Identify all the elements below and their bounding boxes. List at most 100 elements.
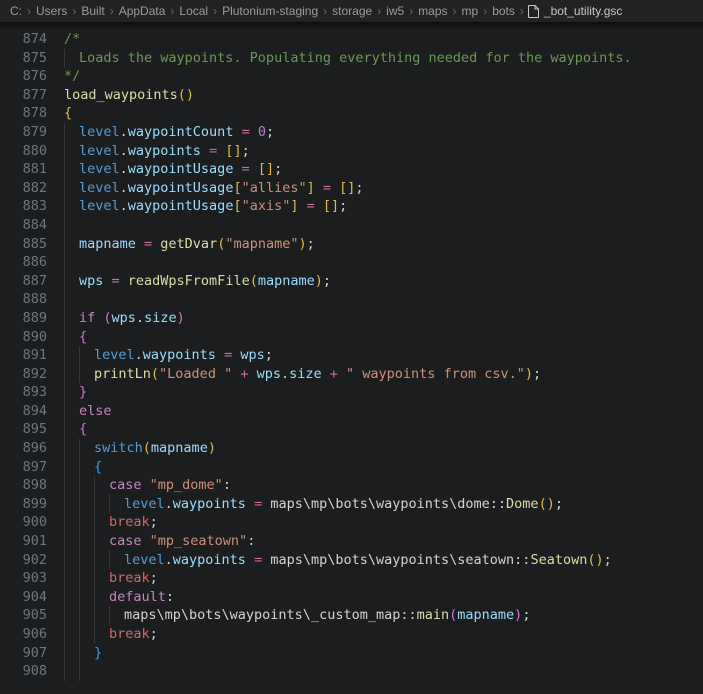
- code-token: =: [103, 273, 127, 289]
- code-line[interactable]: 887wps = readWpsFromFile(mapname);: [0, 272, 703, 291]
- code-token: (: [250, 273, 258, 289]
- indent-guide: [79, 625, 94, 644]
- code-token: ): [299, 236, 307, 252]
- line-number: 901: [0, 532, 47, 551]
- code-token: case: [109, 477, 142, 493]
- code-line[interactable]: 897{: [0, 458, 703, 477]
- indent-guide: [94, 495, 109, 514]
- code-token: :: [166, 589, 174, 605]
- code-line[interactable]: 900break;: [0, 513, 703, 532]
- code-area[interactable]: 874/*875Loads the waypoints. Populating …: [0, 30, 703, 681]
- code-line[interactable]: 875Loads the waypoints. Populating every…: [0, 49, 703, 68]
- code-line[interactable]: 896switch(mapname): [0, 439, 703, 458]
- code-line[interactable]: 895{: [0, 420, 703, 439]
- code-editor[interactable]: 874/*875Loads the waypoints. Populating …: [0, 22, 703, 681]
- breadcrumb-item[interactable]: Built: [80, 4, 105, 18]
- code-token: "mp_seatown": [150, 533, 248, 549]
- breadcrumb-item[interactable]: Local: [178, 4, 209, 18]
- code-line[interactable]: 904default:: [0, 588, 703, 607]
- code-line[interactable]: 905maps\mp\bots\waypoints\_custom_map::m…: [0, 606, 703, 625]
- code-token: }: [94, 645, 102, 661]
- code-token: =: [315, 180, 339, 196]
- indent-guide: [64, 160, 79, 179]
- code-line[interactable]: 884: [0, 216, 703, 235]
- code-line[interactable]: 879level.waypointCount = 0;: [0, 123, 703, 142]
- indent-guide: [64, 625, 79, 644]
- code-token: :: [223, 477, 231, 493]
- breadcrumb-item[interactable]: bots: [491, 4, 516, 18]
- code-token: ;: [323, 273, 331, 289]
- code-token: level: [79, 161, 120, 177]
- breadcrumb-item[interactable]: storage: [331, 4, 373, 18]
- breadcrumb-item[interactable]: Plutonium-staging: [221, 4, 319, 18]
- chevron-right-icon: ›: [23, 4, 35, 18]
- code-token: (: [103, 310, 111, 326]
- indent-guide: [64, 569, 79, 588]
- code-token: main: [417, 607, 450, 623]
- code-line[interactable]: 903break;: [0, 569, 703, 588]
- code-token: =: [136, 236, 160, 252]
- chevron-right-icon: ›: [106, 4, 118, 18]
- code-line[interactable]: 882level.waypointUsage["allies"] = [];: [0, 179, 703, 198]
- code-line[interactable]: 877load_waypoints(): [0, 86, 703, 105]
- breadcrumb-item[interactable]: AppData: [118, 4, 167, 18]
- breadcrumb-file[interactable]: _bot_utility.gsc: [528, 4, 623, 18]
- code-token: []: [258, 161, 274, 177]
- code-line[interactable]: 907}: [0, 644, 703, 663]
- code-token: wps: [112, 310, 136, 326]
- line-number: 891: [0, 346, 47, 365]
- code-token: ): [177, 310, 185, 326]
- code-token: 0: [258, 124, 266, 140]
- code-line[interactable]: 888: [0, 290, 703, 309]
- code-line[interactable]: 892printLn("Loaded " + wps.size + " wayp…: [0, 365, 703, 384]
- indent-guide: [79, 458, 94, 477]
- indent-guide: [64, 253, 79, 272]
- code-line[interactable]: 878{: [0, 104, 703, 123]
- code-line[interactable]: 885mapname = getDvar("mapname");: [0, 235, 703, 254]
- indent-guide: [64, 495, 79, 514]
- code-line[interactable]: 906break;: [0, 625, 703, 644]
- line-number: 881: [0, 160, 47, 179]
- chevron-right-icon: ›: [209, 4, 221, 18]
- line-number: 883: [0, 197, 47, 216]
- code-line[interactable]: 893}: [0, 383, 703, 402]
- code-token: waypoints: [173, 496, 246, 512]
- code-line[interactable]: 876*/: [0, 67, 703, 86]
- breadcrumb-item[interactable]: C:: [9, 4, 23, 18]
- line-number: 895: [0, 420, 47, 439]
- code-line[interactable]: 881level.waypointUsage = [];: [0, 160, 703, 179]
- line-number: 884: [0, 216, 47, 235]
- code-line[interactable]: 891level.waypoints = wps;: [0, 346, 703, 365]
- breadcrumb-item[interactable]: mp: [461, 4, 480, 18]
- code-line[interactable]: 874/*: [0, 30, 703, 49]
- breadcrumb-item[interactable]: iw5: [385, 4, 405, 18]
- indent-guide: [109, 606, 124, 625]
- breadcrumb-item[interactable]: maps: [417, 4, 448, 18]
- breadcrumb-item[interactable]: Users: [35, 4, 68, 18]
- code-line[interactable]: 902level.waypoints = maps\mp\bots\waypoi…: [0, 551, 703, 570]
- code-line[interactable]: 901case "mp_seatown":: [0, 532, 703, 551]
- code-token: mapname: [79, 236, 136, 252]
- code-line[interactable]: 894else: [0, 402, 703, 421]
- code-token: ::: [490, 496, 506, 512]
- chevron-right-icon: ›: [166, 4, 178, 18]
- chevron-right-icon: ›: [405, 4, 417, 18]
- indent-guide: [94, 569, 109, 588]
- code-line[interactable]: 886: [0, 253, 703, 272]
- code-token: break: [109, 626, 150, 642]
- code-line[interactable]: 898case "mp_dome":: [0, 476, 703, 495]
- code-line[interactable]: 889if (wps.size): [0, 309, 703, 328]
- code-line[interactable]: 908: [0, 662, 703, 681]
- file-icon: [528, 5, 539, 18]
- indent-guide: [94, 588, 109, 607]
- code-token: "allies": [242, 180, 307, 196]
- code-line[interactable]: 890{: [0, 328, 703, 347]
- code-token: ;: [150, 626, 158, 642]
- line-number: 887: [0, 272, 47, 291]
- code-token: level: [79, 143, 120, 159]
- code-line[interactable]: 883level.waypointUsage["axis"] = [];: [0, 197, 703, 216]
- code-line[interactable]: 880level.waypoints = [];: [0, 142, 703, 161]
- code-line[interactable]: 899level.waypoints = maps\mp\bots\waypoi…: [0, 495, 703, 514]
- code-token: break: [109, 514, 150, 530]
- code-token: ;: [604, 552, 612, 568]
